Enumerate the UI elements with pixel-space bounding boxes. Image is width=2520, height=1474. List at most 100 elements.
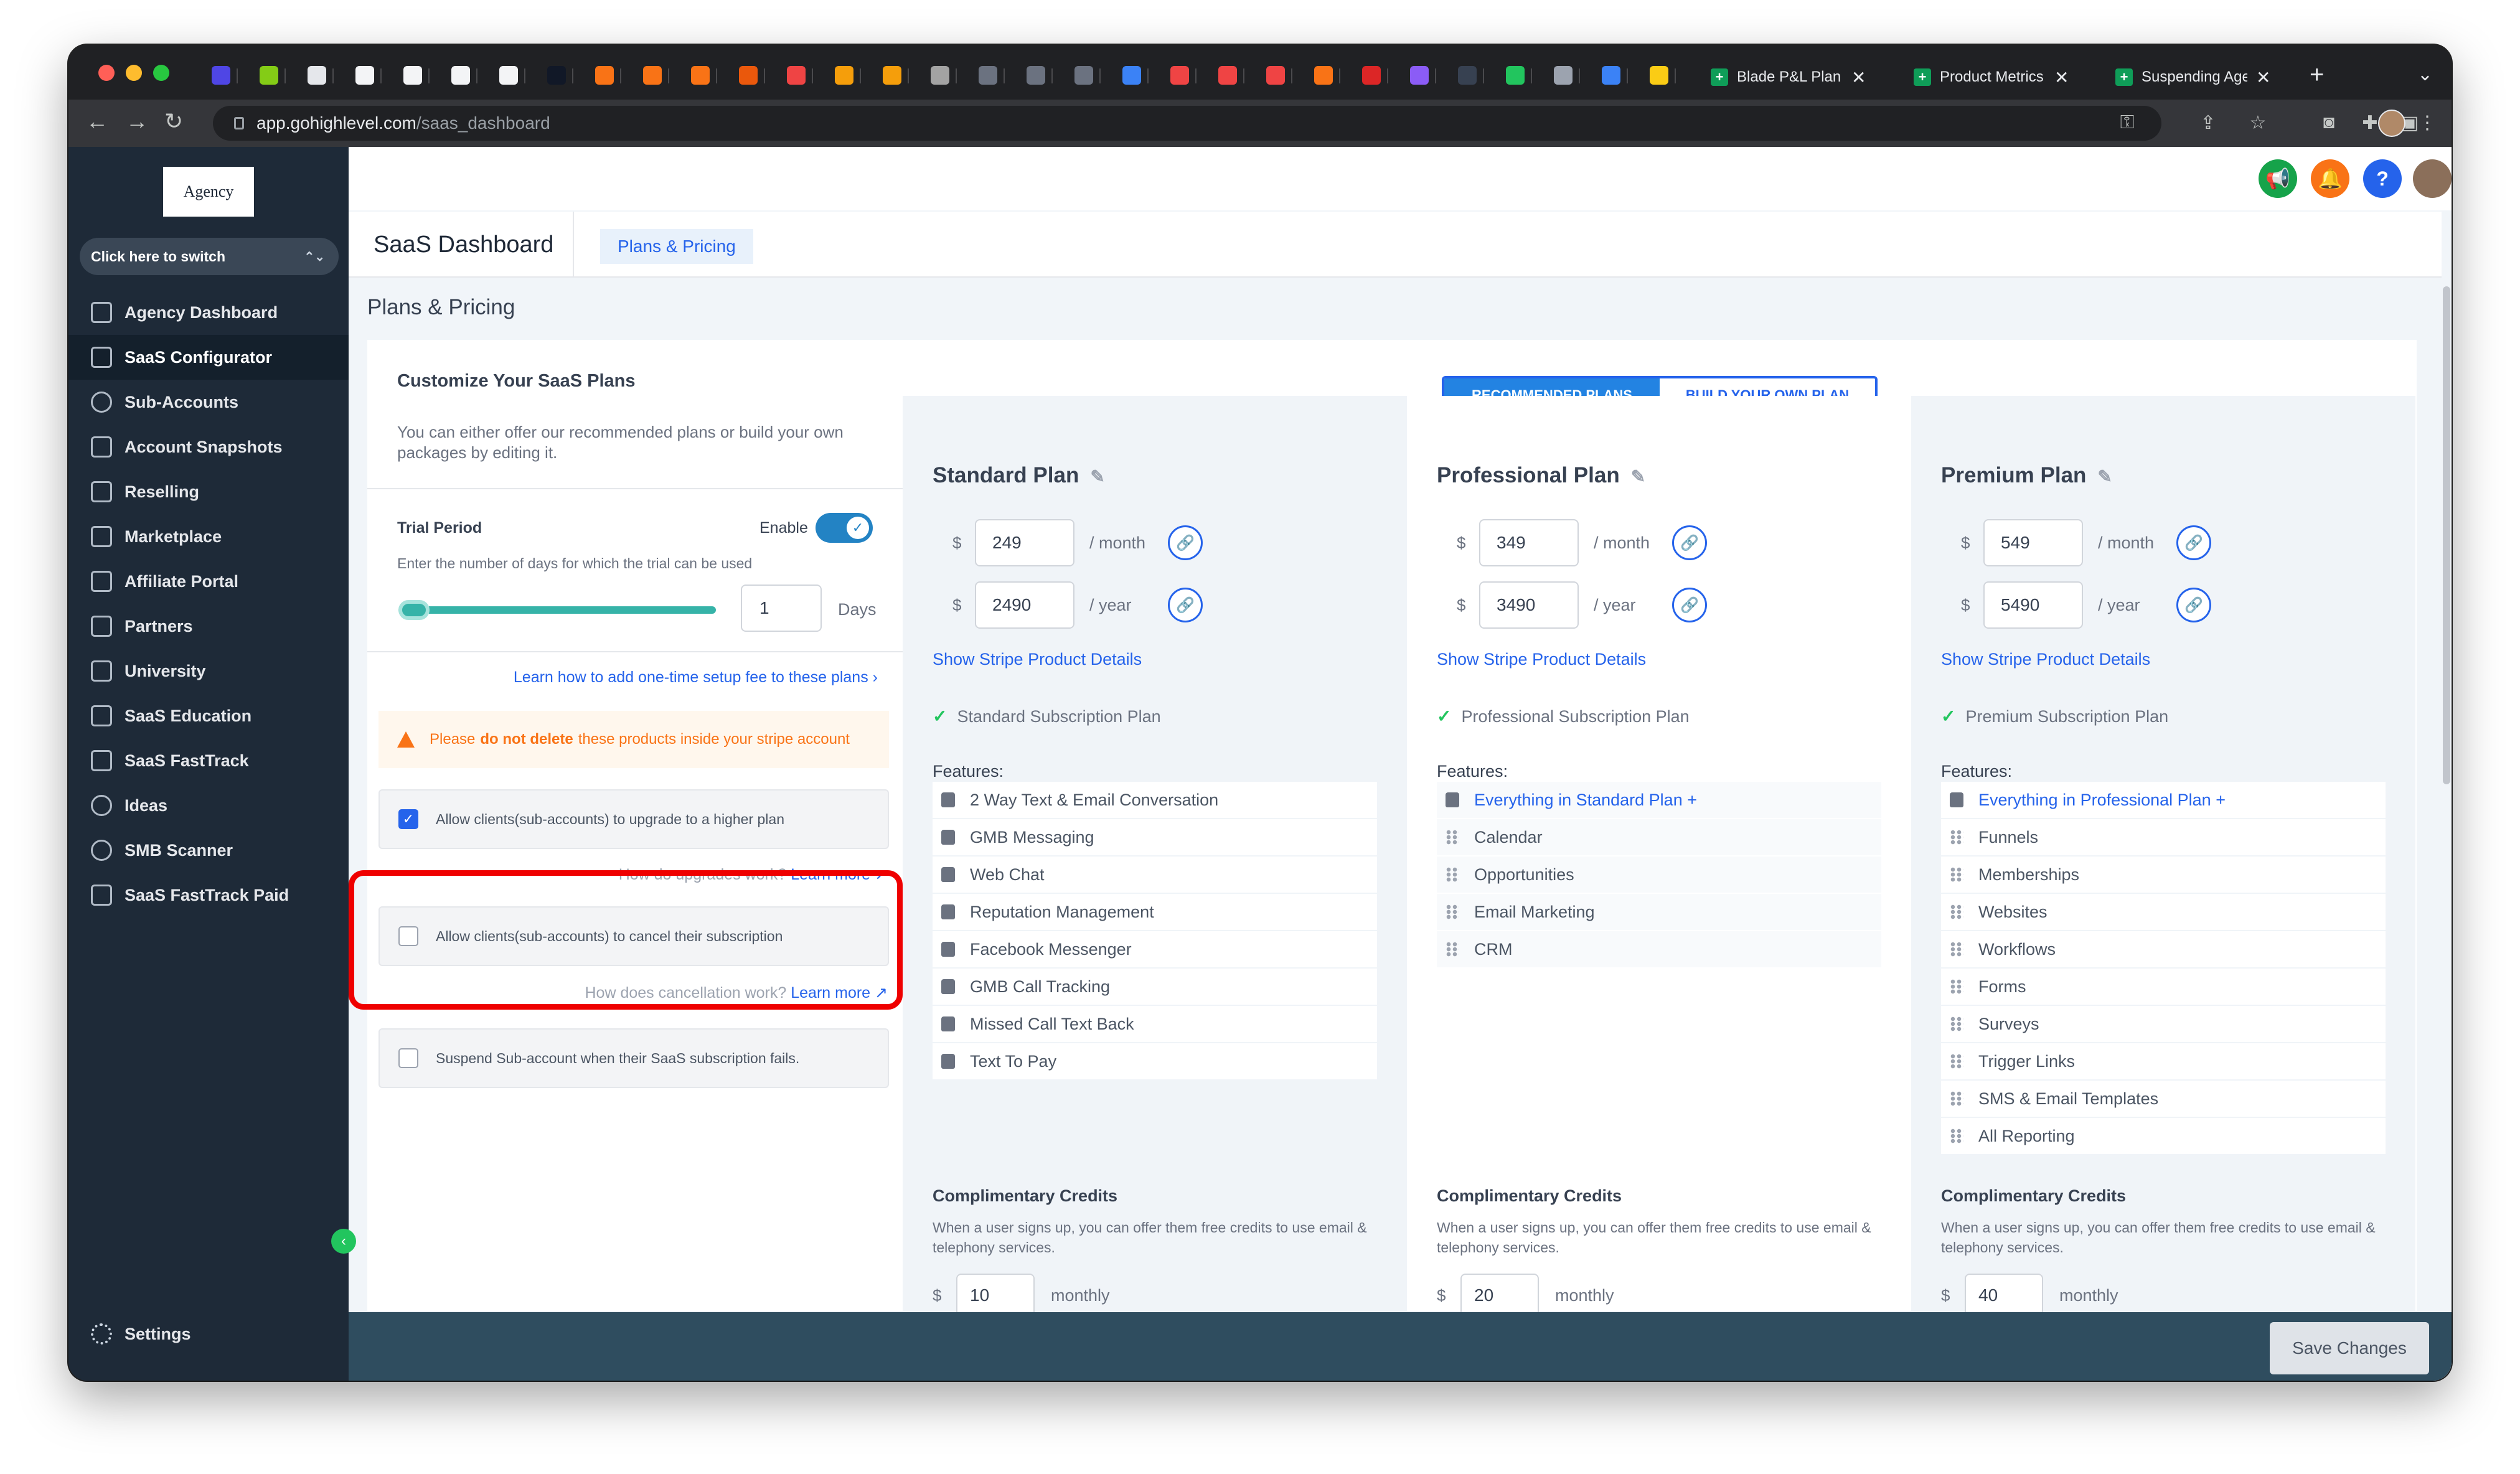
drag-handle-icon[interactable] <box>1950 867 1963 882</box>
suspend-checkbox[interactable] <box>398 1048 418 1068</box>
slider-handle[interactable] <box>398 600 430 620</box>
profile-avatar[interactable] <box>2378 110 2405 137</box>
pinned-tab-favicon-icon[interactable] <box>1458 66 1477 85</box>
tab-plans-pricing[interactable]: Plans & Pricing <box>600 229 753 264</box>
drag-handle-icon[interactable] <box>1446 830 1459 845</box>
kebab-menu-icon[interactable]: ⋮ <box>2417 112 2438 133</box>
link-icon[interactable]: 🔗 <box>2176 588 2211 622</box>
pinned-tab-favicon-icon[interactable] <box>1218 66 1237 85</box>
maximize-window-button[interactable] <box>153 65 169 81</box>
credits-input[interactable]: 10 <box>956 1274 1035 1317</box>
trial-enable-toggle[interactable]: ✓ <box>816 513 873 543</box>
pinned-tab-favicon-icon[interactable] <box>883 66 901 85</box>
pinned-tab-favicon-icon[interactable] <box>308 66 326 85</box>
cancel-checkbox[interactable] <box>398 926 418 946</box>
feature-item[interactable]: Email Marketing <box>1437 894 1881 930</box>
drag-handle-icon[interactable] <box>1950 830 1963 845</box>
trial-days-slider[interactable] <box>398 606 716 614</box>
monthly-price-input[interactable]: 549 <box>1983 519 2083 566</box>
key-icon[interactable]: ⚿ <box>2117 112 2138 133</box>
sidebar-item-partners[interactable]: Partners <box>68 604 349 649</box>
sidebar-item-saas-configurator[interactable]: SaaS Configurator <box>68 335 349 380</box>
pinned-tab-favicon-icon[interactable] <box>1554 66 1573 85</box>
chevron-down-icon[interactable]: ⌄ <box>2417 63 2433 85</box>
new-tab-button[interactable]: + <box>2310 61 2324 89</box>
megaphone-icon[interactable]: 📢 <box>2259 159 2297 198</box>
feature-item[interactable]: Surveys <box>1941 1006 2386 1042</box>
upgrade-checkbox[interactable]: ✓ <box>398 809 418 829</box>
pencil-icon[interactable]: ✎ <box>1090 466 1104 487</box>
sidebar-item-saas-fasttrack[interactable]: SaaS FastTrack <box>68 738 349 783</box>
stripe-details-link[interactable]: Show Stripe Product Details <box>1437 650 1646 669</box>
pinned-tab-favicon-icon[interactable] <box>547 66 566 85</box>
bell-icon[interactable]: 🔔 <box>2311 159 2349 198</box>
pinned-tab-favicon-icon[interactable] <box>643 66 662 85</box>
extensions-icon[interactable]: ✚ <box>2359 112 2381 133</box>
stripe-details-link[interactable]: Show Stripe Product Details <box>1941 650 2150 669</box>
feature-item[interactable]: Websites <box>1941 894 2386 930</box>
link-icon[interactable]: 🔗 <box>1672 588 1707 622</box>
pinned-tab-favicon-icon[interactable] <box>1266 66 1285 85</box>
pinned-tab-favicon-icon[interactable] <box>212 66 230 85</box>
link-icon[interactable]: 🔗 <box>1168 588 1203 622</box>
setup-fee-link[interactable]: Learn how to add one-time setup fee to t… <box>492 669 878 687</box>
trial-days-input[interactable]: 1 <box>741 584 822 632</box>
scrollbar[interactable] <box>2442 212 2452 1381</box>
address-bar[interactable]: app.gohighlevel.com/saas_dashboard <box>213 106 2161 141</box>
pinned-tab-favicon-icon[interactable] <box>260 66 278 85</box>
cancel-option[interactable]: Allow clients(sub-accounts) to cancel th… <box>378 906 889 966</box>
sidebar-item-saas-fasttrack-paid[interactable]: SaaS FastTrack Paid <box>68 873 349 918</box>
sidebar-item-sub-accounts[interactable]: Sub-Accounts <box>68 380 349 425</box>
pinned-tab-favicon-icon[interactable] <box>691 66 710 85</box>
credits-input[interactable]: 40 <box>1965 1274 2043 1317</box>
pinned-tab-favicon-icon[interactable] <box>1170 66 1189 85</box>
sidebar-item-agency-dashboard[interactable]: Agency Dashboard <box>68 290 349 335</box>
pinned-tab-favicon-icon[interactable] <box>499 66 518 85</box>
feature-item[interactable]: SMS & Email Templates <box>1941 1081 2386 1117</box>
suspend-option[interactable]: Suspend Sub-account when their SaaS subs… <box>378 1028 889 1088</box>
link-icon[interactable]: 🔗 <box>1672 525 1707 560</box>
monthly-price-input[interactable]: 249 <box>975 519 1074 566</box>
pinned-tab-favicon-icon[interactable] <box>1506 66 1525 85</box>
pinned-tab-favicon-icon[interactable] <box>979 66 997 85</box>
pinned-tab-favicon-icon[interactable] <box>1314 66 1333 85</box>
browser-tab[interactable]: + Product Metrics - ✕ <box>1902 56 2080 98</box>
save-changes-button[interactable]: Save Changes <box>2270 1322 2429 1374</box>
reload-icon[interactable]: ↻ <box>164 108 183 134</box>
link-icon[interactable]: 🔗 <box>2176 525 2211 560</box>
collapse-sidebar-button[interactable]: ‹ <box>331 1229 356 1254</box>
feature-item[interactable]: Funnels <box>1941 819 2386 855</box>
monthly-price-input[interactable]: 349 <box>1479 519 1579 566</box>
pinned-tab-favicon-icon[interactable] <box>739 66 758 85</box>
minimize-window-button[interactable] <box>126 65 142 81</box>
pinned-tab-favicon-icon[interactable] <box>787 66 806 85</box>
feature-item[interactable]: Trigger Links <box>1941 1043 2386 1079</box>
feature-item[interactable]: CRM <box>1437 931 1881 967</box>
close-tab-icon[interactable]: ✕ <box>2054 67 2069 88</box>
sidebar-item-affiliate-portal[interactable]: Affiliate Portal <box>68 559 349 604</box>
drag-handle-icon[interactable] <box>1950 1016 1963 1031</box>
account-switcher[interactable]: Click here to switch ⌃⌄ <box>80 238 339 275</box>
stripe-details-link[interactable]: Show Stripe Product Details <box>933 650 1142 669</box>
drag-handle-icon[interactable] <box>1950 1091 1963 1106</box>
feature-item[interactable]: Memberships <box>1941 857 2386 893</box>
feature-item[interactable]: Forms <box>1941 969 2386 1005</box>
back-arrow-icon[interactable]: ← <box>86 108 108 134</box>
pinned-tab-favicon-icon[interactable] <box>931 66 949 85</box>
pinned-tab-favicon-icon[interactable] <box>451 66 470 85</box>
pinned-tab-favicon-icon[interactable] <box>1122 66 1141 85</box>
sidebar-item-marketplace[interactable]: Marketplace <box>68 514 349 559</box>
star-icon[interactable]: ☆ <box>2247 112 2268 133</box>
drag-handle-icon[interactable] <box>1950 979 1963 994</box>
camera-icon[interactable]: ◙ <box>2318 112 2339 133</box>
sidebar-item-account-snapshots[interactable]: Account Snapshots <box>68 425 349 469</box>
browser-tab[interactable]: + Blade P&L Plan - ✕ <box>1700 56 1877 98</box>
learn-more-link[interactable]: Learn more <box>791 866 870 883</box>
drag-handle-icon[interactable] <box>1950 942 1963 957</box>
learn-more-link[interactable]: Learn more <box>791 984 870 1002</box>
drag-handle-icon[interactable] <box>1446 942 1459 957</box>
close-tab-icon[interactable]: ✕ <box>2256 67 2270 88</box>
close-window-button[interactable] <box>98 65 115 81</box>
yearly-price-input[interactable]: 5490 <box>1983 581 2083 629</box>
help-icon[interactable]: ? <box>2363 159 2402 198</box>
